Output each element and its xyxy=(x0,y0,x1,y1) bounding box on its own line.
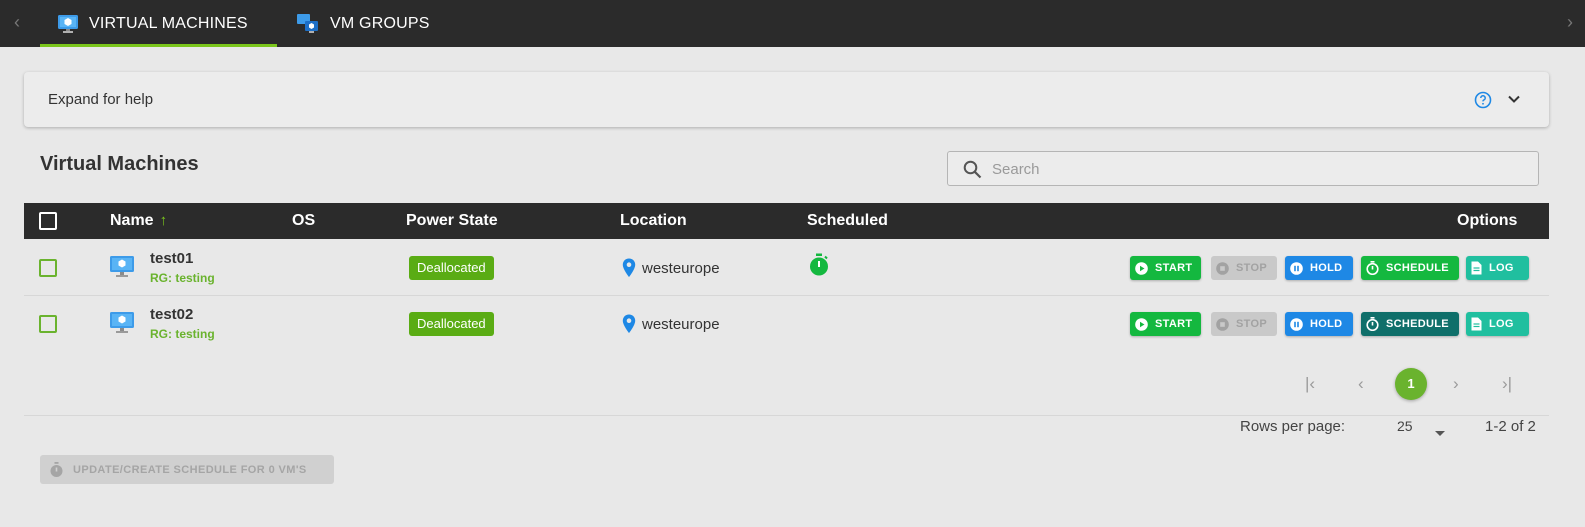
rows-per-page-select[interactable]: 25 xyxy=(1397,418,1413,434)
vm-location: westeurope xyxy=(622,314,720,334)
first-page-icon[interactable]: |‹ xyxy=(1305,374,1315,394)
vm-name[interactable]: test02 xyxy=(150,306,193,323)
current-page-button[interactable]: 1 xyxy=(1395,368,1427,400)
scheduled-timer-icon[interactable] xyxy=(808,253,830,282)
vm-resource-group: RG: testing xyxy=(150,327,215,341)
dropdown-caret-icon[interactable] xyxy=(1434,424,1446,442)
chevron-down-icon[interactable] xyxy=(1507,92,1521,111)
pause-icon xyxy=(1290,261,1303,275)
column-header-os[interactable]: OS xyxy=(292,212,315,230)
pause-icon xyxy=(1290,317,1303,331)
virtual-machine-icon xyxy=(109,311,135,340)
schedule-button[interactable]: SCHEDULE xyxy=(1361,256,1459,280)
start-icon xyxy=(1135,261,1148,275)
top-tab-bar: ‹ VIRTUAL MACHINES VM GROUPS › xyxy=(0,0,1585,47)
rows-per-page-label: Rows per page: xyxy=(1240,418,1346,435)
help-panel[interactable]: Expand for help xyxy=(24,72,1549,127)
power-state-badge: Deallocated xyxy=(409,312,494,336)
stop-button[interactable]: STOP xyxy=(1211,256,1277,280)
hold-button[interactable]: HOLD xyxy=(1285,312,1353,336)
help-label: Expand for help xyxy=(48,91,154,108)
timer-icon xyxy=(1366,261,1379,275)
vm-groups-icon xyxy=(296,13,320,35)
location-pin-icon xyxy=(622,258,636,277)
scroll-right-icon[interactable]: › xyxy=(1567,12,1573,33)
timer-icon xyxy=(49,461,64,478)
search-icon xyxy=(963,160,982,184)
start-button[interactable]: START xyxy=(1130,256,1201,280)
start-button[interactable]: START xyxy=(1130,312,1201,336)
column-header-options: Options xyxy=(1457,212,1518,229)
column-header-location[interactable]: Location xyxy=(620,212,687,230)
tab-label: VM GROUPS xyxy=(330,14,430,32)
table-row: test02 RG: testing Deallocated westeurop… xyxy=(24,296,1549,352)
next-page-icon[interactable]: › xyxy=(1453,374,1459,394)
last-page-icon[interactable]: ›| xyxy=(1502,374,1512,394)
start-icon xyxy=(1135,317,1148,331)
row-checkbox[interactable] xyxy=(39,315,57,333)
timer-icon xyxy=(1366,317,1379,331)
table-header: Name ↑ OS Power State Location Scheduled … xyxy=(24,203,1549,239)
select-all-checkbox[interactable] xyxy=(39,212,57,230)
search-input[interactable] xyxy=(992,158,1512,180)
stop-icon xyxy=(1216,317,1229,331)
location-text: westeurope xyxy=(642,315,720,333)
vm-resource-group: RG: testing xyxy=(150,271,215,285)
active-tab-indicator xyxy=(40,44,277,47)
tab-vm-groups[interactable]: VM GROUPS xyxy=(296,0,430,47)
log-button[interactable]: LOG xyxy=(1466,256,1529,280)
scroll-left-icon[interactable]: ‹ xyxy=(14,12,20,33)
sort-ascending-icon: ↑ xyxy=(159,212,168,229)
schedule-button[interactable]: SCHEDULE xyxy=(1361,312,1459,336)
location-text: westeurope xyxy=(642,259,720,277)
power-state-badge: Deallocated xyxy=(409,256,494,280)
location-pin-icon xyxy=(622,314,636,333)
row-checkbox[interactable] xyxy=(39,259,57,277)
hold-button[interactable]: HOLD xyxy=(1285,256,1353,280)
page-title: Virtual Machines xyxy=(40,153,199,175)
bulk-schedule-button[interactable]: UPDATE/CREATE SCHEDULE FOR 0 VM'S xyxy=(40,455,334,484)
log-button[interactable]: LOG xyxy=(1466,312,1529,336)
previous-page-icon[interactable]: ‹ xyxy=(1358,374,1364,394)
column-header-scheduled[interactable]: Scheduled xyxy=(807,212,888,230)
pagination-range: 1-2 of 2 xyxy=(1485,418,1536,435)
document-icon xyxy=(1471,317,1482,331)
vm-location: westeurope xyxy=(622,258,720,278)
tab-virtual-machines[interactable]: VIRTUAL MACHINES xyxy=(57,0,248,47)
column-header-name[interactable]: Name ↑ xyxy=(110,212,167,230)
stop-button[interactable]: STOP xyxy=(1211,312,1277,336)
tab-label: VIRTUAL MACHINES xyxy=(89,14,248,32)
document-icon xyxy=(1471,261,1482,275)
table-row: test01 RG: testing Deallocated westeurop… xyxy=(24,240,1549,296)
search-box[interactable] xyxy=(947,151,1539,186)
help-icon[interactable] xyxy=(1474,91,1492,114)
divider xyxy=(24,415,1549,416)
stop-icon xyxy=(1216,261,1229,275)
virtual-machine-icon xyxy=(57,14,79,34)
virtual-machine-icon xyxy=(109,255,135,284)
vm-name[interactable]: test01 xyxy=(150,250,193,267)
column-header-power-state[interactable]: Power State xyxy=(406,212,498,230)
